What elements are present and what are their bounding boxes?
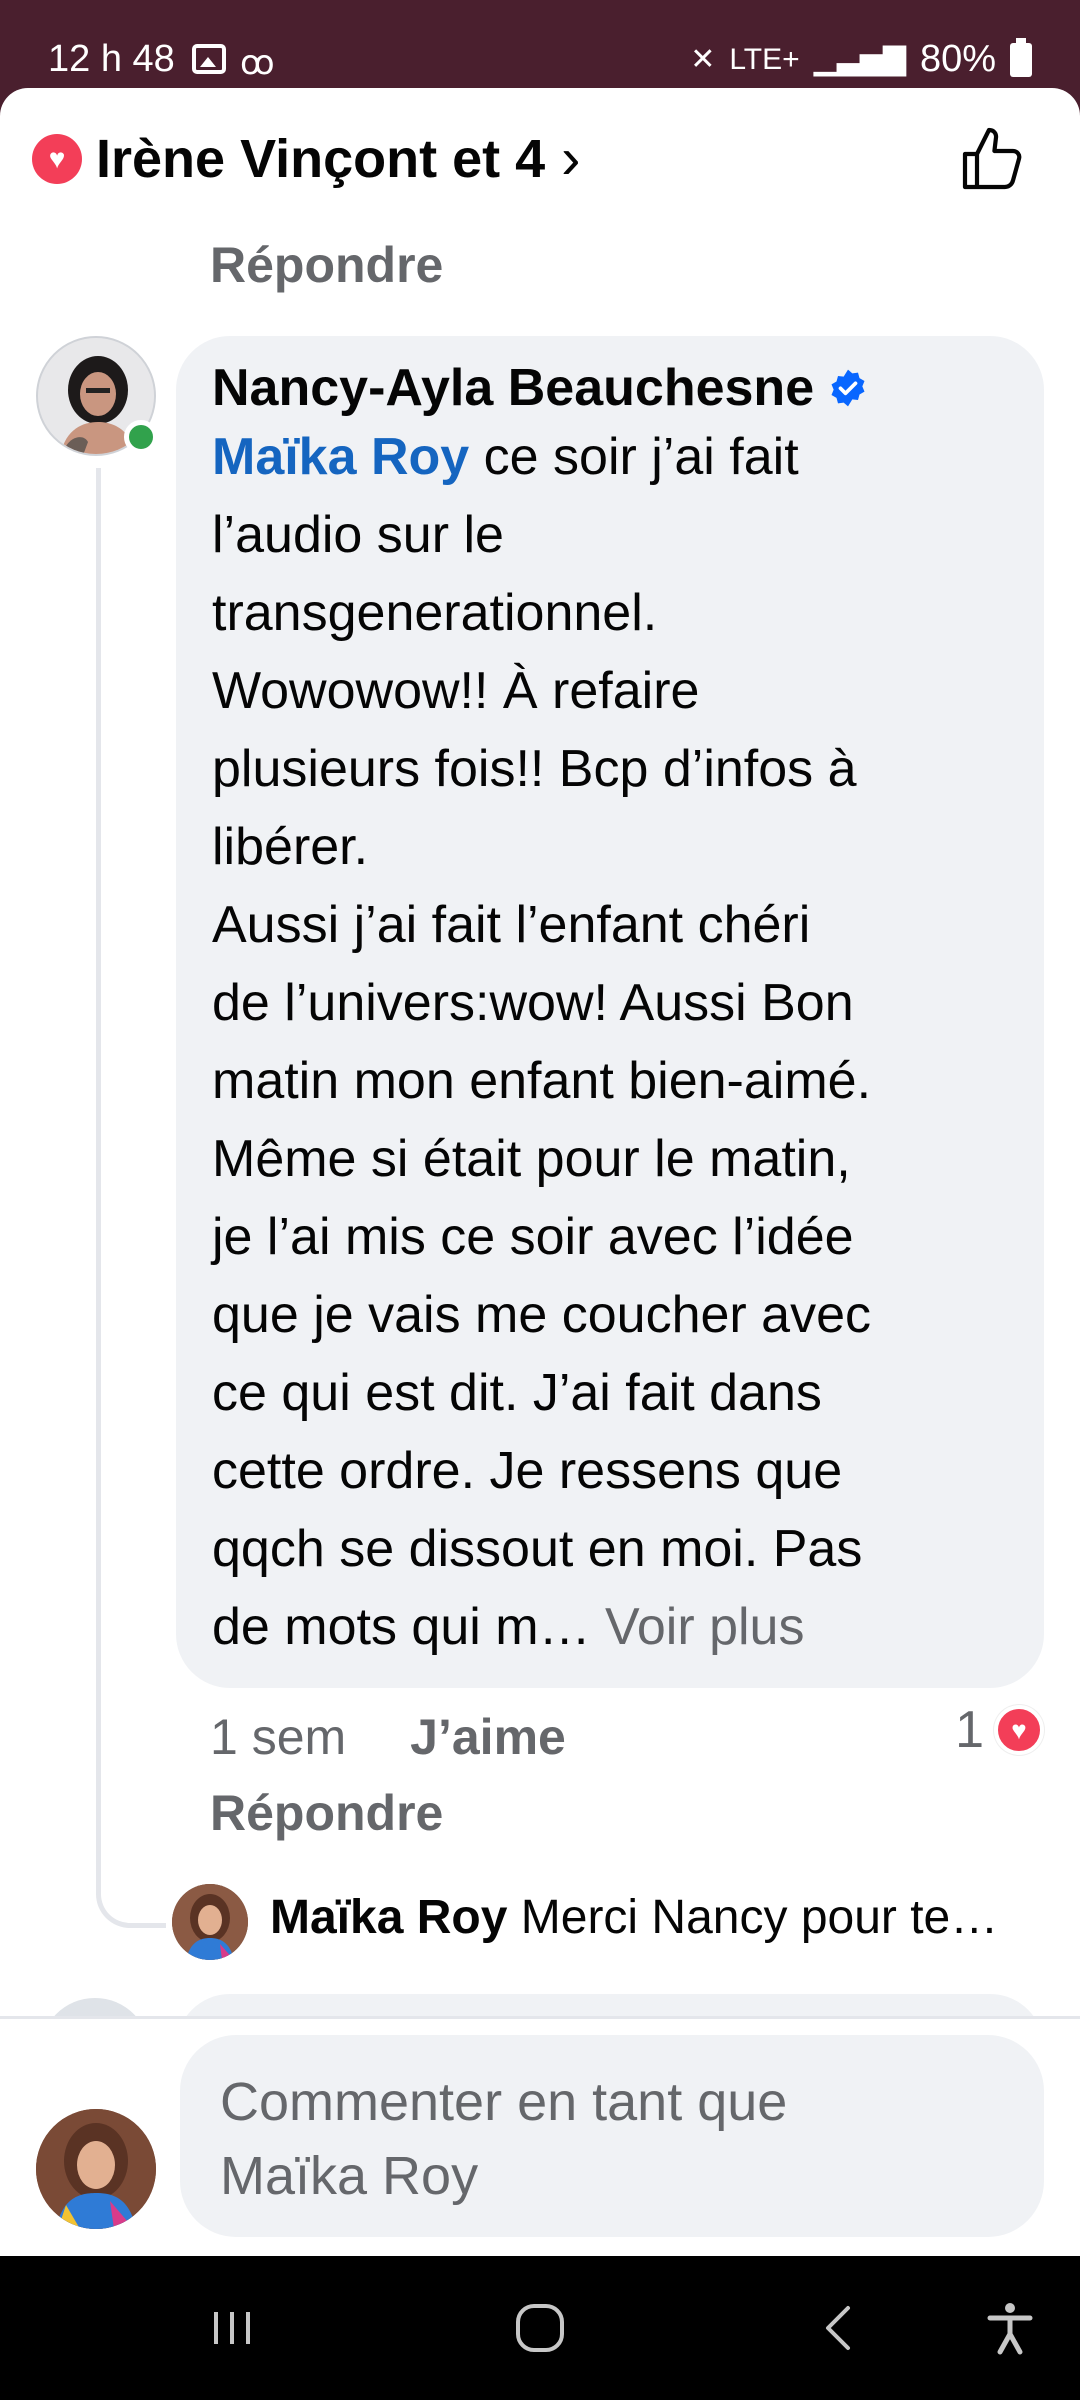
reply-button-previous[interactable]: Répondre [210, 236, 443, 294]
recents-icon[interactable] [200, 2296, 264, 2360]
comment-meta: 1 sem J’aime [210, 1708, 566, 1766]
comment-line: je l’ai mis ce soir avec l’idée [212, 1208, 854, 1266]
comments-sheet: ♥ Irène Vinçont et 4 › Répondre Nancy-Ay… [0, 88, 1080, 2256]
comment-input-placeholder-line2: Maïka Roy [220, 2146, 479, 2206]
comment-line: l’audio sur le [212, 506, 504, 564]
comment-line: qqch se dissout en moi. Pas [212, 1520, 863, 1578]
verified-badge-icon [831, 369, 865, 407]
comment-time: 1 sem [210, 1709, 347, 1765]
mute-icon: ✕ [690, 43, 716, 76]
accessibility-icon[interactable] [978, 2296, 1042, 2360]
network-type: LTE+ [729, 42, 800, 76]
thumbs-up-icon[interactable] [956, 124, 1028, 196]
thread-connector [96, 468, 166, 1928]
reply-button[interactable]: Répondre [210, 1784, 443, 1842]
comment-author-row: Nancy-Ayla Beauchesne [212, 358, 1008, 418]
back-icon[interactable] [808, 2296, 872, 2360]
comment-line: transgenerationnel. [212, 584, 658, 642]
online-status-indicator [124, 420, 158, 454]
comment-line: de mots qui m… [212, 1598, 606, 1656]
comment-line: matin mon enfant bien-aimé. [212, 1052, 872, 1110]
reactions-label: Irène Vinçont et 4 [96, 129, 546, 189]
battery-icon [1010, 37, 1032, 77]
image-icon [192, 44, 226, 74]
battery-percent: 80% [919, 38, 996, 80]
comment-line: ce qui est dit. J’ai fait dans [212, 1364, 822, 1422]
comment-text: Maïka Roy ce soir j’ai fait l’audio sur … [212, 418, 1012, 1666]
comment-line: de l’univers:wow! Aussi Bon [212, 974, 854, 1032]
comment-line: Wowowow!! À refaire [212, 662, 700, 720]
status-time: 12 h 48 [48, 38, 175, 80]
comment-line: plusieurs fois!! Bcp d’infos à [212, 740, 857, 798]
comment-bubble[interactable]: Nancy-Ayla Beauchesne Maïka Roy ce soir … [176, 336, 1044, 1688]
comment-author[interactable]: Nancy-Ayla Beauchesne [212, 358, 814, 418]
comment-line: Même si était pour le matin, [212, 1130, 851, 1188]
voicemail-icon: ꝏ [240, 44, 275, 82]
comment-line: Aussi j’ai fait l’enfant chéri [212, 896, 811, 954]
reply-author: Maïka Roy [270, 1891, 508, 1944]
reply-text: Merci Nancy pour te… [507, 1891, 999, 1944]
status-indicators: ✕ LTE+ ▁▃▅▇ 80% [690, 37, 1032, 81]
comment-line: que je vais me coucher avec [212, 1286, 872, 1344]
comment-input-placeholder-line1: Commenter en tant que [220, 2072, 788, 2132]
comment-line: libérer. [212, 818, 369, 876]
avatar-current-user [36, 2109, 156, 2229]
avatar-maika[interactable] [172, 1884, 248, 1960]
status-bar: 12 h 48 ꝏ ✕ LTE+ ▁▃▅▇ 80% [0, 0, 1080, 88]
mention-link[interactable]: Maïka Roy [212, 428, 469, 486]
comment-input[interactable]: Commenter en tant que Maïka Roy [180, 2035, 1044, 2237]
comment-composer: Commenter en tant que Maïka Roy [0, 2016, 1080, 2256]
see-more-link[interactable]: Voir plus [605, 1598, 804, 1656]
reply-preview[interactable]: Maïka Roy Merci Nancy pour te… [270, 1890, 998, 1945]
reaction-count: 1 [955, 1701, 984, 1759]
like-button[interactable]: J’aime [410, 1708, 566, 1766]
system-nav-bar [0, 2256, 1080, 2400]
chevron-right-icon: › [561, 126, 581, 191]
comment-reactions[interactable]: 1 ♥ [955, 1700, 1044, 1760]
heart-icon: ♥ [994, 1705, 1044, 1755]
comment-line: cette ordre. Je ressens que [212, 1442, 843, 1500]
signal-icon: ▁▃▅▇ [813, 43, 906, 76]
home-icon[interactable] [508, 2296, 572, 2360]
reactions-summary[interactable]: ♥ Irène Vinçont et 4 › [32, 128, 580, 190]
heart-icon: ♥ [32, 134, 82, 184]
comment-line: ce soir j’ai fait [469, 428, 799, 486]
